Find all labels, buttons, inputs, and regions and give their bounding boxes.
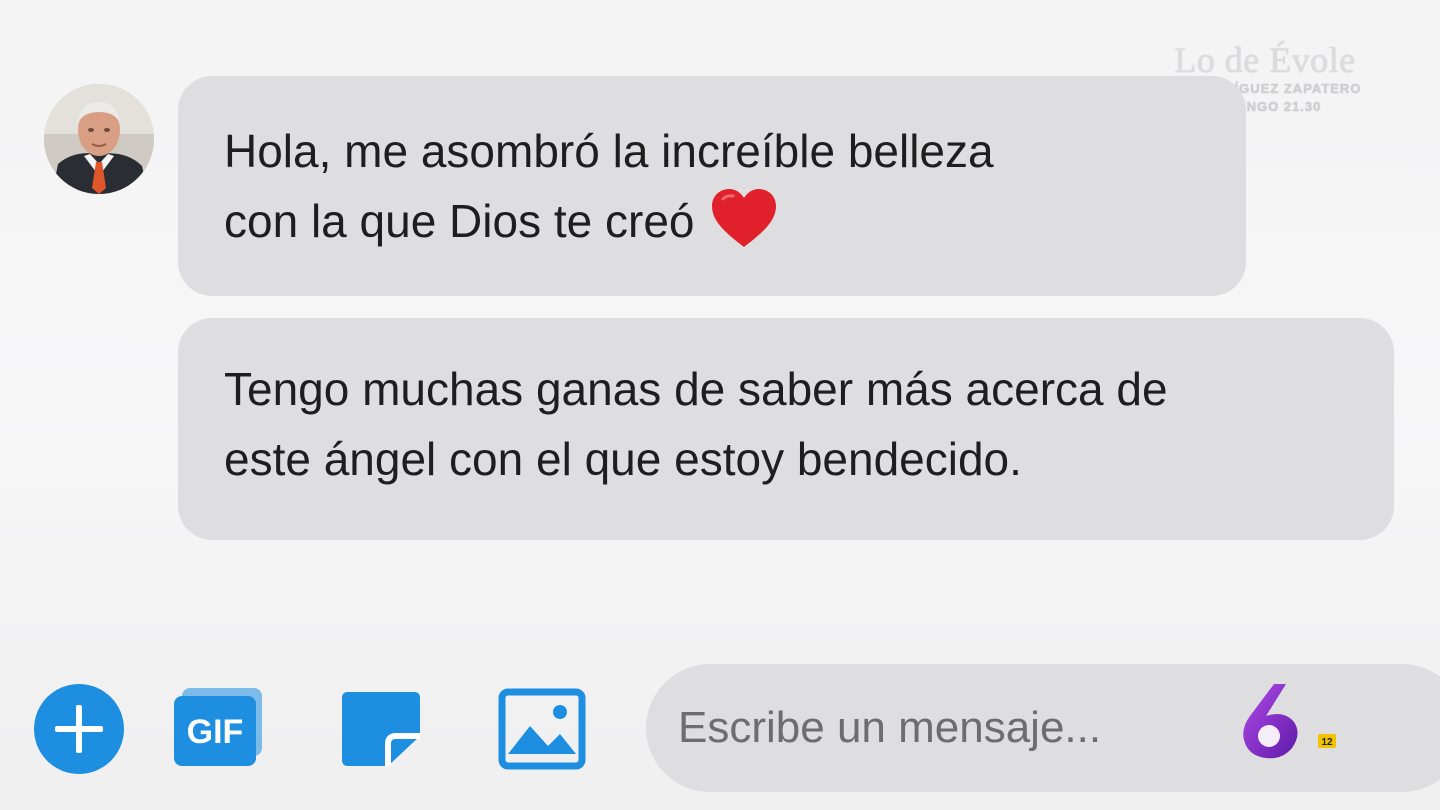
message-text-line: Hola, me asombró la increíble belleza [224, 125, 994, 177]
sticker-button[interactable] [340, 690, 422, 768]
la-sexta-logo-icon: 12 [1243, 684, 1336, 759]
avatar[interactable] [44, 84, 154, 194]
gif-button[interactable]: GIF [170, 688, 266, 770]
watermark-title: Lo de Évole [1174, 40, 1356, 80]
message-input[interactable] [678, 693, 1198, 763]
image-button[interactable] [498, 688, 586, 770]
chat-screen: Lo de Évole AL RODRÍGUEZ ZAPATERO DOMING… [0, 0, 1440, 810]
gif-icon: GIF [174, 688, 262, 766]
message-bubble[interactable]: Tengo muchas ganas de saber más acerca d… [178, 318, 1394, 540]
add-button[interactable] [34, 684, 124, 774]
avatar-photo [44, 84, 154, 194]
age-rating-label: 12 [1321, 737, 1333, 748]
red-heart-icon [711, 188, 776, 247]
image-icon [498, 688, 586, 770]
channel-logo: 12 [1236, 682, 1344, 764]
message-text-line: con la que Dios te creó [224, 195, 695, 247]
message-text-line: Tengo muchas ganas de saber más acerca d… [224, 363, 1168, 415]
gif-label: GIF [187, 713, 244, 751]
message-bubble[interactable]: Hola, me asombró la increíble belleza co… [178, 76, 1246, 296]
message-text-line-with-emoji: con la que Dios te creó [224, 186, 1206, 256]
sticker-icon [342, 692, 420, 766]
plus-icon [55, 705, 103, 753]
message-text-line: este ángel con el que estoy bendecido. [224, 433, 1022, 485]
